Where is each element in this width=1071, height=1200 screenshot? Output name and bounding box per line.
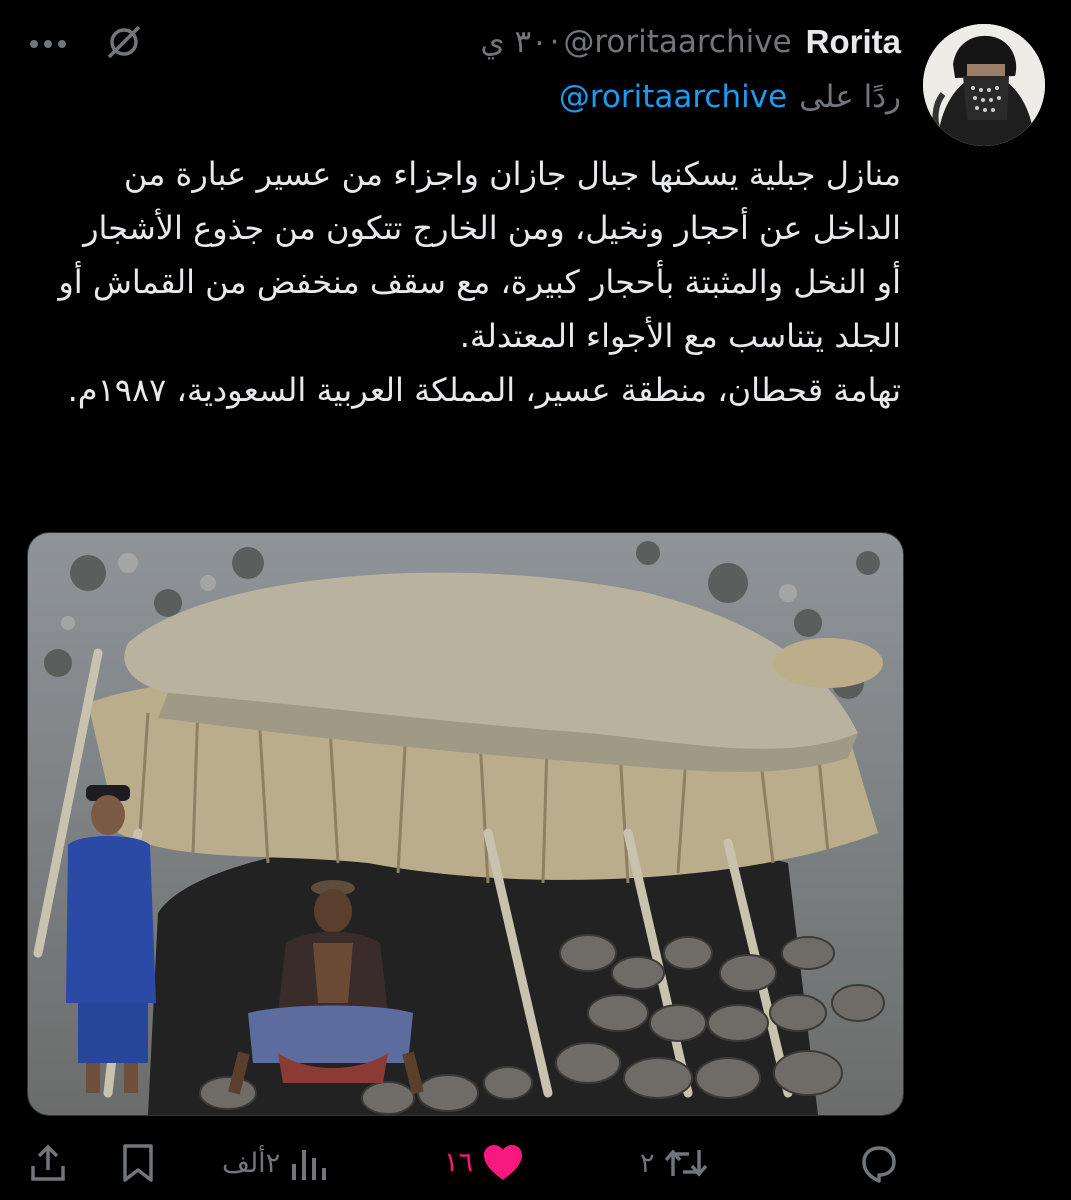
repost-count: ٢ bbox=[640, 1147, 655, 1179]
reply-label: ردًا على bbox=[799, 79, 901, 115]
bookmark-icon bbox=[120, 1142, 156, 1184]
reply-handle-link[interactable]: @roritaarchive bbox=[559, 79, 787, 115]
avatar[interactable] bbox=[923, 24, 1045, 146]
tweet-photo[interactable] bbox=[27, 532, 904, 1116]
repost-icon bbox=[663, 1142, 709, 1184]
views-count: ٢ألف bbox=[222, 1147, 281, 1179]
grok-icon[interactable] bbox=[104, 22, 144, 66]
tweet-text: منازل جبلية يسكنها جبال جازان واجزاء من … bbox=[58, 155, 901, 409]
heart-icon bbox=[481, 1142, 525, 1182]
timestamp[interactable]: ٣٠ ي bbox=[480, 24, 547, 60]
display-name[interactable]: Rorita bbox=[806, 23, 901, 61]
user-handle[interactable]: @roritaarchive bbox=[563, 24, 791, 60]
like-count: ١٦ bbox=[444, 1146, 474, 1178]
views-button[interactable]: ٢ألف bbox=[222, 1142, 328, 1184]
tweet-header: Rorita @roritaarchive · ٣٠ ي bbox=[480, 22, 901, 62]
share-icon bbox=[28, 1142, 68, 1184]
separator-dot: · bbox=[549, 24, 560, 60]
tweet-top-icons bbox=[28, 22, 144, 66]
speech-bubble-icon bbox=[858, 1142, 900, 1184]
reply-context: ردًا على @roritaarchive bbox=[559, 79, 901, 115]
bar-chart-icon bbox=[288, 1142, 328, 1184]
reply-button[interactable] bbox=[858, 1142, 908, 1184]
tweet-actions: ٢ ١٦ ٢ألف bbox=[0, 1128, 1071, 1200]
bookmark-button[interactable] bbox=[120, 1142, 156, 1184]
repost-button[interactable]: ٢ bbox=[640, 1142, 709, 1184]
like-button[interactable]: ١٦ bbox=[444, 1142, 525, 1182]
more-horizontal-icon[interactable] bbox=[28, 35, 68, 54]
share-button[interactable] bbox=[28, 1142, 68, 1184]
